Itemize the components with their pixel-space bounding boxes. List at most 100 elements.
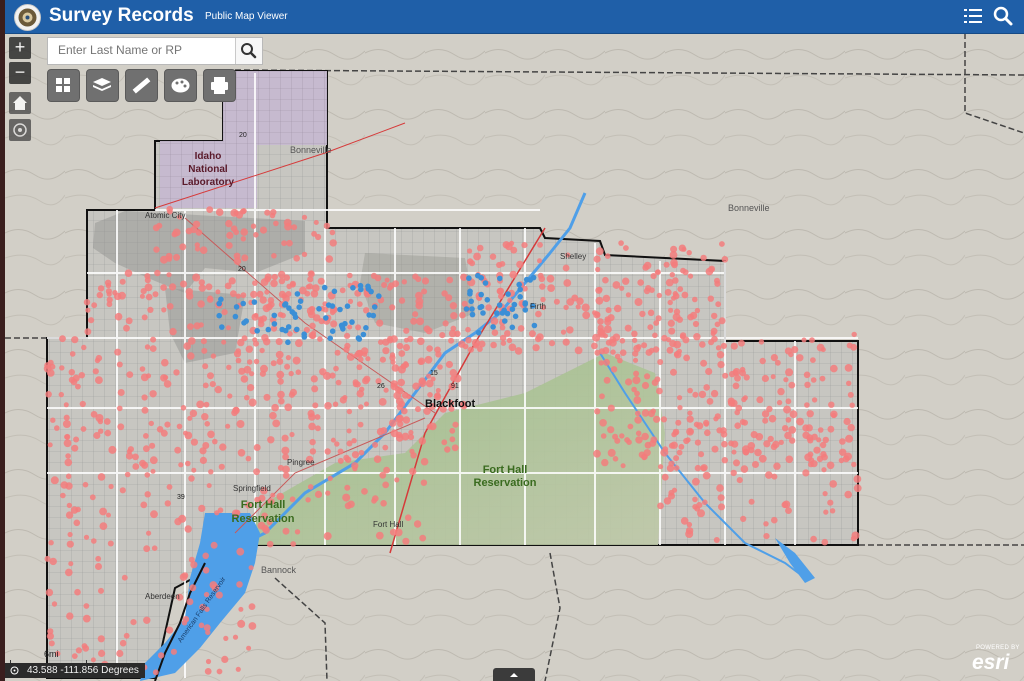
survey-point[interactable] [291,224,298,231]
survey-point[interactable] [441,290,448,297]
survey-point[interactable] [696,502,703,509]
survey-point[interactable] [376,319,384,327]
survey-point[interactable] [635,410,641,417]
survey-point[interactable] [343,346,350,353]
well-point[interactable] [502,318,508,324]
survey-point[interactable] [73,519,81,527]
survey-point[interactable] [637,279,644,286]
survey-point[interactable] [705,367,713,376]
survey-point[interactable] [59,335,66,343]
survey-point[interactable] [708,266,715,273]
survey-point[interactable] [202,567,210,574]
survey-point[interactable] [95,563,102,570]
survey-point[interactable] [235,357,242,364]
survey-point[interactable] [801,337,807,343]
well-point[interactable] [370,312,377,319]
survey-point[interactable] [217,507,224,513]
survey-point[interactable] [703,384,710,391]
survey-point[interactable] [332,401,339,407]
survey-point[interactable] [346,440,353,447]
survey-point[interactable] [734,422,741,430]
survey-point[interactable] [802,469,810,477]
survey-point[interactable] [459,311,466,319]
survey-point[interactable] [91,538,97,544]
survey-point[interactable] [108,483,114,490]
survey-point[interactable] [563,279,572,287]
survey-point[interactable] [71,336,79,344]
survey-point[interactable] [607,314,615,322]
survey-point[interactable] [306,307,315,315]
survey-point[interactable] [127,446,134,453]
survey-point[interactable] [656,292,662,299]
survey-point[interactable] [259,347,265,354]
survey-point[interactable] [467,258,474,265]
well-point[interactable] [469,306,475,312]
survey-point[interactable] [715,345,722,351]
survey-point[interactable] [141,406,149,414]
survey-point[interactable] [83,299,91,306]
survey-point[interactable] [271,253,277,259]
survey-point[interactable] [347,500,355,508]
survey-point[interactable] [766,405,773,413]
survey-point[interactable] [403,327,410,334]
survey-point[interactable] [95,376,103,384]
survey-point[interactable] [734,409,740,416]
search-icon[interactable] [992,5,1014,27]
well-point[interactable] [499,310,506,316]
survey-point[interactable] [581,303,590,312]
well-point[interactable] [271,312,278,319]
survey-point[interactable] [219,443,227,451]
survey-point[interactable] [119,278,126,285]
survey-point[interactable] [319,368,327,376]
survey-point[interactable] [139,293,145,299]
survey-point[interactable] [248,603,256,610]
survey-point[interactable] [730,342,738,350]
survey-point[interactable] [169,327,177,336]
survey-point[interactable] [415,291,423,300]
survey-point[interactable] [811,433,818,440]
survey-point[interactable] [143,616,151,624]
survey-point[interactable] [677,395,683,401]
survey-point[interactable] [119,487,126,494]
survey-point[interactable] [355,324,362,331]
well-point[interactable] [466,275,472,281]
survey-point[interactable] [645,349,653,356]
survey-point[interactable] [63,402,69,408]
survey-point[interactable] [223,635,229,642]
panel-toggle-button[interactable] [493,668,535,681]
legend-button[interactable] [164,69,197,102]
survey-point[interactable] [633,370,640,377]
well-point[interactable] [233,304,240,310]
survey-point[interactable] [284,363,291,370]
survey-point[interactable] [380,500,387,507]
survey-point[interactable] [622,277,630,285]
survey-point[interactable] [288,370,294,377]
survey-point[interactable] [198,284,206,292]
zoom-out-button[interactable]: − [9,62,31,84]
survey-point[interactable] [400,363,407,370]
survey-point[interactable] [372,441,379,448]
well-point[interactable] [232,313,239,320]
map-canvas[interactable]: Idaho National Laboratory Bonneville Bon… [5,33,1024,681]
survey-point[interactable] [717,494,725,502]
survey-point[interactable] [692,320,700,328]
survey-point[interactable] [810,460,818,468]
survey-point[interactable] [334,349,341,356]
survey-point[interactable] [657,502,664,510]
survey-point[interactable] [716,351,725,359]
survey-point[interactable] [826,461,835,470]
survey-point[interactable] [597,318,604,325]
survey-point[interactable] [230,225,238,232]
survey-point[interactable] [145,293,153,301]
survey-point[interactable] [284,222,292,231]
well-point[interactable] [512,313,519,320]
survey-point[interactable] [420,457,429,466]
survey-point[interactable] [201,413,209,421]
survey-point[interactable] [281,240,287,247]
well-point[interactable] [282,301,289,307]
survey-point[interactable] [62,420,71,428]
survey-point[interactable] [741,396,747,403]
survey-point[interactable] [225,219,233,228]
survey-point[interactable] [697,509,705,518]
well-point[interactable] [356,336,363,342]
